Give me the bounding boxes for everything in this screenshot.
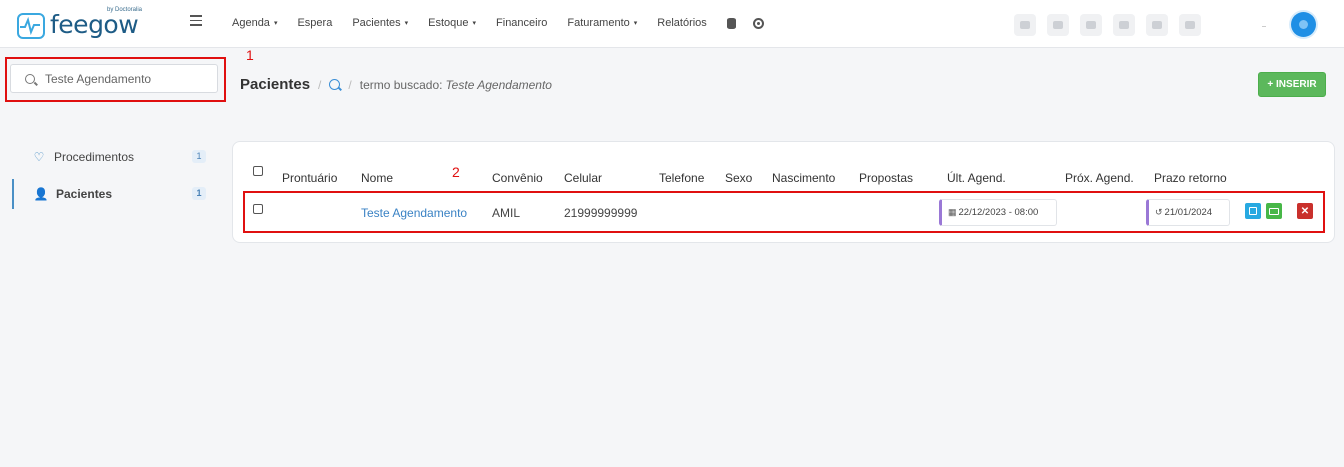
column-header-prontuario[interactable]: Prontuário bbox=[282, 171, 337, 185]
search-term: Teste Agendamento bbox=[445, 77, 552, 92]
page-title[interactable]: Pacientes bbox=[240, 76, 310, 93]
menu-item-estoque[interactable]: Estoque ▾ bbox=[428, 17, 476, 29]
toolbar-icon[interactable] bbox=[1014, 14, 1036, 36]
database-icon[interactable] bbox=[726, 17, 736, 29]
user-icon: 👤 bbox=[33, 187, 49, 201]
column-header-nascimento[interactable]: Nascimento bbox=[772, 171, 835, 185]
divider bbox=[1262, 26, 1266, 27]
column-header-ult-agend[interactable]: Últ. Agend. bbox=[947, 171, 1006, 185]
annotation-box-1 bbox=[5, 57, 226, 102]
toolbar-icon[interactable] bbox=[1146, 14, 1168, 36]
toolbar-icon[interactable] bbox=[1047, 14, 1069, 36]
main-menu: Agenda ▾ Espera Pacientes ▾ Estoque ▾ Finan… bbox=[232, 17, 781, 29]
sidebar-item-pacientes[interactable]: 👤 Pacientes 1 bbox=[12, 179, 218, 209]
stethoscope-icon: ♡ bbox=[33, 150, 45, 164]
brand-by: by Doctoralia bbox=[107, 7, 143, 13]
annotation-number-1: 1 bbox=[246, 47, 254, 63]
menu-item-financeiro[interactable]: Financeiro bbox=[496, 17, 547, 29]
search-icon bbox=[329, 79, 341, 90]
menu-item-relatorios[interactable]: Relatórios bbox=[657, 17, 707, 29]
column-header-sexo[interactable]: Sexo bbox=[725, 171, 752, 185]
sidebar-item-label: Procedimentos bbox=[54, 150, 135, 164]
hamburger-menu-icon[interactable] bbox=[190, 15, 202, 27]
column-header-celular[interactable]: Celular bbox=[564, 171, 602, 185]
menu-item-agenda[interactable]: Agenda ▾ bbox=[232, 17, 277, 29]
count-badge: 1 bbox=[192, 187, 206, 200]
toolbar-icon[interactable] bbox=[1179, 14, 1201, 36]
sidebar-item-procedimentos[interactable]: ♡ Procedimentos 1 bbox=[12, 142, 218, 172]
breadcrumb-separator: / bbox=[318, 77, 322, 92]
annotation-number-2: 2 bbox=[452, 164, 460, 180]
column-header-telefone[interactable]: Telefone bbox=[659, 171, 704, 185]
avatar[interactable] bbox=[1291, 12, 1316, 37]
insert-button[interactable]: + INSERIR bbox=[1258, 72, 1326, 97]
heartbeat-icon bbox=[17, 12, 45, 39]
annotation-box-2 bbox=[243, 191, 1325, 233]
column-header-propostas[interactable]: Propostas bbox=[859, 171, 913, 185]
brand-logo[interactable]: feegow by Doctoralia bbox=[17, 7, 142, 40]
breadcrumb: Pacientes / / termo buscado: Teste Agend… bbox=[240, 76, 552, 93]
toolbar-icon[interactable] bbox=[1113, 14, 1135, 36]
sidebar-item-label: Pacientes bbox=[56, 187, 113, 201]
brand-name: feegow bbox=[50, 10, 139, 39]
column-header-convenio[interactable]: Convênio bbox=[492, 171, 543, 185]
search-term-label: termo buscado: bbox=[359, 77, 443, 92]
gear-icon[interactable] bbox=[752, 17, 764, 29]
count-badge: 1 bbox=[192, 150, 206, 163]
column-header-prox-agend[interactable]: Próx. Agend. bbox=[1065, 171, 1134, 185]
column-header-nome[interactable]: Nome bbox=[361, 171, 393, 185]
breadcrumb-separator: / bbox=[348, 77, 352, 92]
top-navbar: feegow by Doctoralia Agenda ▾ Espera Paci… bbox=[0, 0, 1344, 48]
toolbar-icons bbox=[1014, 14, 1212, 36]
toolbar-icon[interactable] bbox=[1080, 14, 1102, 36]
menu-item-espera[interactable]: Espera bbox=[297, 17, 332, 29]
column-header-prazo-retorno[interactable]: Prazo retorno bbox=[1154, 171, 1227, 185]
select-all-checkbox[interactable] bbox=[253, 166, 263, 176]
menu-item-faturamento[interactable]: Faturamento ▾ bbox=[567, 17, 637, 29]
menu-item-pacientes[interactable]: Pacientes ▾ bbox=[352, 17, 408, 29]
